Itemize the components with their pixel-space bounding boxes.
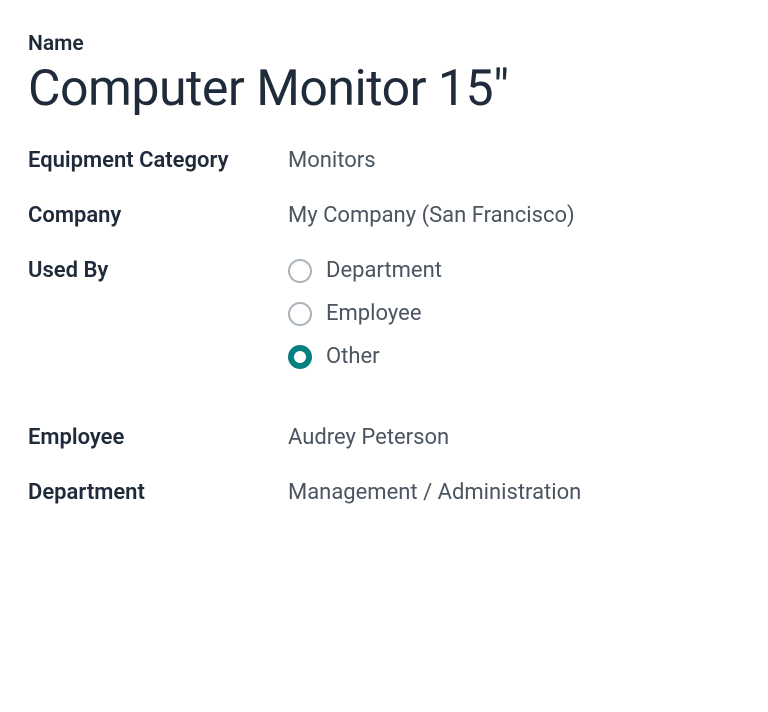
used-by-label: Used By xyxy=(28,258,288,283)
used-by-row: Used By Department Employee Other xyxy=(28,258,740,369)
name-label: Name xyxy=(28,32,740,56)
radio-label: Department xyxy=(326,258,442,283)
equipment-category-row: Equipment Category Monitors xyxy=(28,148,740,173)
name-value[interactable]: Computer Monitor 15" xyxy=(28,60,740,118)
equipment-category-label: Equipment Category xyxy=(28,148,288,173)
equipment-category-value[interactable]: Monitors xyxy=(288,148,376,173)
employee-label: Employee xyxy=(28,425,288,450)
department-value[interactable]: Management / Administration xyxy=(288,480,581,505)
department-row: Department Management / Administration xyxy=(28,480,740,505)
radio-label: Employee xyxy=(326,301,422,326)
radio-icon xyxy=(288,259,312,283)
employee-row: Employee Audrey Peterson xyxy=(28,425,740,450)
company-label: Company xyxy=(28,203,288,228)
department-label: Department xyxy=(28,480,288,505)
company-row: Company My Company (San Francisco) xyxy=(28,203,740,228)
radio-option-other[interactable]: Other xyxy=(288,344,442,369)
radio-icon xyxy=(288,302,312,326)
radio-option-employee[interactable]: Employee xyxy=(288,301,442,326)
used-by-radio-group: Department Employee Other xyxy=(288,258,442,369)
employee-value[interactable]: Audrey Peterson xyxy=(288,425,449,450)
radio-label: Other xyxy=(326,344,380,369)
radio-option-department[interactable]: Department xyxy=(288,258,442,283)
company-value[interactable]: My Company (San Francisco) xyxy=(288,203,575,228)
radio-icon-selected xyxy=(288,345,312,369)
